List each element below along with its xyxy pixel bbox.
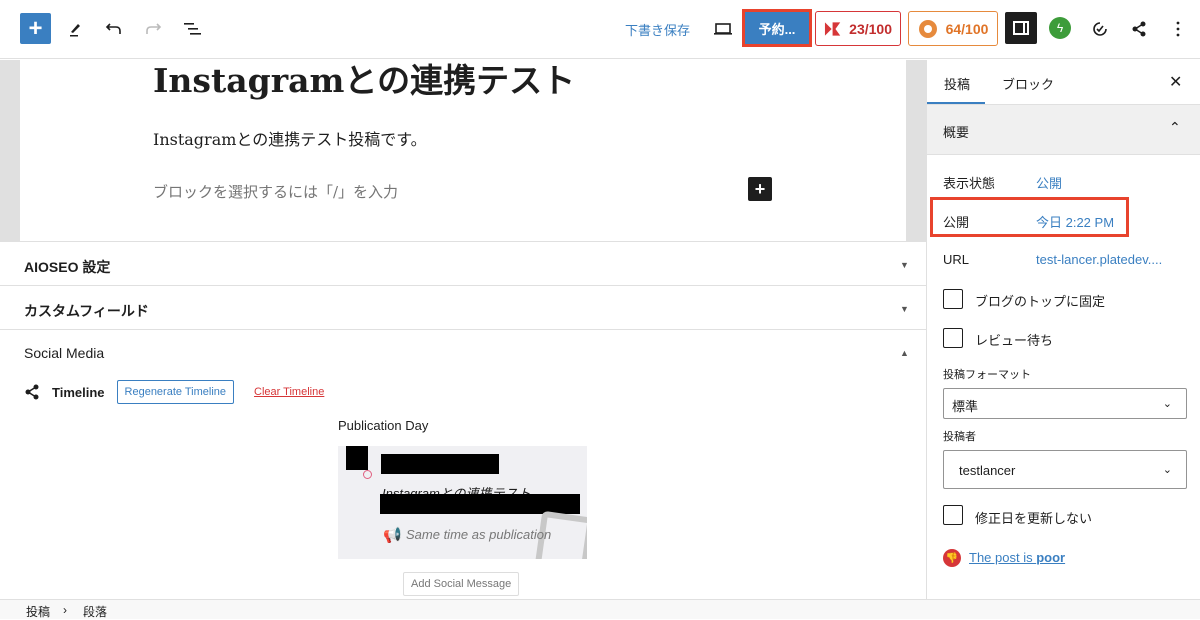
summary-panel-header[interactable]: 概要 ⌃ (927, 105, 1200, 155)
redacted-account-name (381, 454, 499, 474)
clear-timeline-link[interactable]: Clear Timeline (254, 386, 324, 398)
sticky-checkbox[interactable] (943, 289, 963, 309)
chevron-down-icon: ⌄ (1162, 398, 1172, 410)
pending-review-checkbox[interactable] (943, 328, 963, 348)
post-quality-link[interactable]: The post is poor (969, 550, 1065, 565)
inline-add-block-button[interactable]: + (748, 177, 772, 201)
sticky-label: ブログのトップに固定 (975, 294, 1106, 309)
close-icon[interactable]: ✕ (1169, 72, 1182, 92)
instagram-icon (363, 470, 372, 479)
seo-logo-icon (824, 21, 841, 36)
tab-post[interactable]: 投稿 (944, 74, 970, 93)
preview-button[interactable] (709, 15, 737, 43)
active-tab-indicator (927, 102, 985, 104)
editor-canvas: Instagramとの連携テスト Instagramとの連携テスト投稿です。 ブ… (0, 60, 926, 242)
breadcrumb: 投稿 › 段落 (0, 599, 1200, 619)
share-icon (1132, 21, 1146, 37)
pending-review-label: レビュー待ち (975, 333, 1054, 348)
readability-score-button[interactable]: 64/100 (908, 11, 998, 46)
more-options-button[interactable] (1164, 15, 1192, 43)
author-label: 投稿者 (943, 431, 976, 443)
breadcrumb-item-paragraph[interactable]: 段落 (83, 603, 107, 620)
sidebar-tabs: 投稿 ブロック ✕ (927, 60, 1200, 105)
activity-button[interactable] (1086, 15, 1114, 43)
caret-up-icon[interactable]: ▲ (900, 348, 909, 358)
settings-sidebar: 投稿 ブロック ✕ 概要 ⌃ 表示状態 公開 公開 今日 2:22 PM URL… (926, 60, 1200, 599)
add-social-message-button[interactable]: Add Social Message (403, 572, 520, 596)
publish-date-value[interactable]: 今日 2:22 PM (1036, 212, 1114, 231)
plus-icon: + (754, 178, 766, 199)
redacted-avatar (346, 446, 368, 470)
visibility-label: 表示状態 (943, 176, 996, 191)
card-schedule-time: Same time as publication (406, 527, 552, 542)
redo-button[interactable] (139, 15, 167, 43)
summary-title: 概要 (943, 125, 970, 140)
chevron-up-icon: ⌃ (1169, 119, 1181, 135)
post-format-select[interactable]: 標準 ⌄ (943, 388, 1187, 419)
regenerate-timeline-button[interactable]: Regenerate Timeline (116, 380, 235, 404)
sidebar-icon (1013, 21, 1029, 35)
megaphone-icon: 📢 (383, 527, 402, 544)
social-media-panel: Social Media ▲ Timeline Regenerate Timel… (0, 329, 926, 599)
jetpack-icon: ϟ (1056, 21, 1064, 35)
list-view-icon (184, 23, 201, 35)
settings-sidebar-toggle[interactable] (1005, 12, 1037, 44)
author-select[interactable]: testlancer ⌄ (943, 450, 1187, 489)
editor-area: Instagramとの連携テスト Instagramとの連携テスト投稿です。 ブ… (0, 60, 926, 599)
more-vertical-icon (1176, 21, 1180, 37)
clock-check-icon (1093, 22, 1107, 36)
pencil-icon (70, 24, 80, 37)
social-message-card[interactable]: Instagramとの連携テスト 📢 Same time as publicat… (338, 446, 587, 559)
no-modified-date-checkbox[interactable] (943, 505, 963, 525)
publication-day-heading: Publication Day (338, 418, 429, 433)
undo-button[interactable] (100, 15, 128, 43)
editor-toolbar: + 下書き保存 予約... 23/100 64/100 ϟ (0, 0, 1200, 59)
timeline-label: Timeline (52, 384, 105, 400)
post-title[interactable]: Instagramとの連携テスト (153, 60, 575, 102)
panel-title: カスタムフィールド (24, 303, 149, 319)
post-format-label: 投稿フォーマット (943, 369, 1031, 381)
thumbs-down-icon: 👎 (943, 549, 961, 567)
breadcrumb-item-post[interactable]: 投稿 (26, 603, 50, 620)
chevron-down-icon: ⌄ (1162, 464, 1172, 476)
publish-label: 公開 (943, 215, 970, 230)
url-value[interactable]: test-lancer.platedev.... (1036, 252, 1162, 267)
paragraph-block[interactable]: Instagramとの連携テスト投稿です。 (153, 126, 427, 150)
block-placeholder[interactable]: ブロックを選択するには「/」を入力 (153, 181, 398, 202)
caret-down-icon: ▼ (900, 304, 909, 314)
edit-tool-button[interactable] (61, 15, 89, 43)
jetpack-button[interactable]: ϟ (1049, 17, 1071, 39)
panel-title[interactable]: Social Media (24, 345, 104, 361)
laptop-icon (714, 23, 732, 35)
caret-down-icon: ▼ (900, 260, 909, 270)
no-modified-date-label: 修正日を更新しない (975, 511, 1093, 526)
tab-block[interactable]: ブロック (1002, 74, 1054, 93)
aioseo-panel[interactable]: AIOSEO 設定 ▼ (0, 241, 926, 286)
list-view-button[interactable] (179, 15, 207, 43)
schedule-button[interactable]: 予約... (742, 9, 812, 47)
url-label: URL (943, 252, 970, 267)
add-block-button[interactable]: + (20, 13, 51, 44)
breadcrumb-separator: › (63, 603, 67, 617)
share-icon (25, 384, 39, 400)
gear-logo-icon (918, 19, 937, 38)
seo-score-button[interactable]: 23/100 (815, 11, 901, 46)
visibility-value[interactable]: 公開 (1036, 173, 1062, 192)
share-button[interactable] (1125, 15, 1153, 43)
custom-fields-panel[interactable]: カスタムフィールド ▼ (0, 285, 926, 330)
redo-icon (146, 23, 162, 34)
plus-icon: + (28, 14, 43, 42)
undo-icon (105, 23, 121, 34)
panel-title: AIOSEO 設定 (24, 259, 111, 275)
save-draft-button[interactable]: 下書き保存 (625, 20, 690, 39)
